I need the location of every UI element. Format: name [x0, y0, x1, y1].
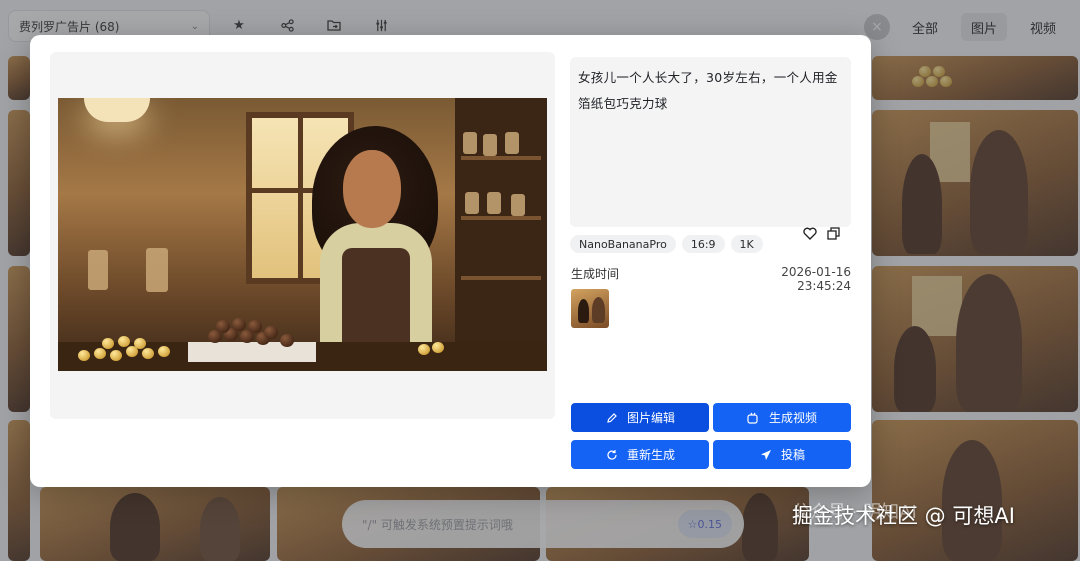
submit-button[interactable]: 投稿: [713, 440, 851, 469]
model-tag: NanoBananaPro: [570, 235, 676, 253]
image-detail-modal: 女孩儿一个人长大了，30岁左右，一个人用金箔纸包巧克力球 NanoBananaP…: [30, 35, 871, 487]
regenerate-label: 重新生成: [626, 448, 675, 462]
copy-icon[interactable]: [825, 225, 841, 241]
refresh-icon: [605, 449, 619, 461]
submit-label: 投稿: [780, 448, 805, 462]
edit-image-label: 图片编辑: [626, 411, 675, 425]
prompt-card: 女孩儿一个人长大了，30岁左右，一个人用金箔纸包巧克力球: [570, 57, 851, 240]
watermark: 掘金技术社区 @ 可想AI: [792, 504, 1015, 528]
generated-image[interactable]: [58, 98, 547, 371]
generation-time-value: 2026-01-16 23:45:24: [781, 265, 851, 293]
model-tags: NanoBananaPro 16:9 1K: [570, 235, 763, 253]
resolution-tag: 1K: [730, 235, 763, 253]
pencil-icon: [605, 412, 619, 424]
edit-image-button[interactable]: 图片编辑: [571, 403, 709, 432]
generation-time-label: 生成时间: [571, 267, 620, 281]
reference-thumbnail[interactable]: [571, 289, 609, 328]
video-magic-icon: [747, 412, 761, 424]
ratio-tag: 16:9: [681, 235, 725, 253]
regenerate-button[interactable]: 重新生成: [571, 440, 709, 469]
image-preview-pane: [50, 52, 555, 419]
generate-video-button[interactable]: 生成视频: [713, 403, 851, 432]
generate-video-label: 生成视频: [768, 411, 817, 425]
prompt-text: 女孩儿一个人长大了，30岁左右，一个人用金箔纸包巧克力球: [578, 70, 838, 111]
heart-icon[interactable]: [802, 225, 818, 241]
send-icon: [759, 449, 773, 461]
